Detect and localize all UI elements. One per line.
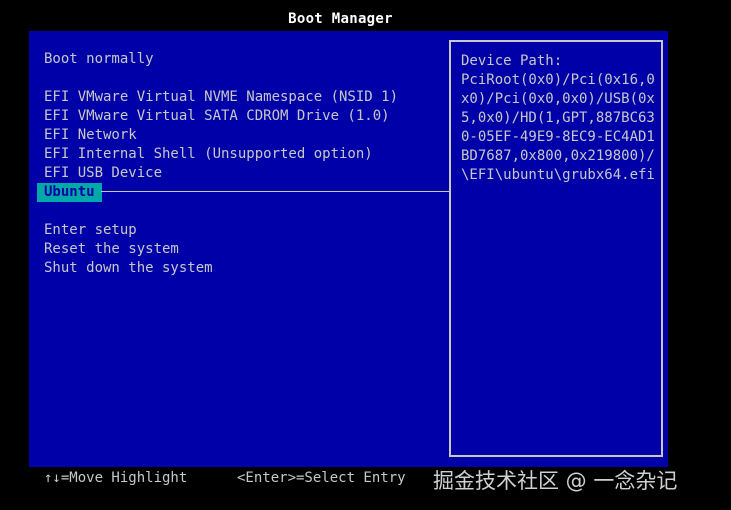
device-path-label: Device Path: [461, 53, 563, 69]
menu-item-sata-cdrom[interactable]: EFI VMware Virtual SATA CDROM Drive (1.0… [44, 107, 390, 126]
boot-menu-panel: Boot normally EFI VMware Virtual NVME Na… [29, 31, 668, 467]
menu-item-efi-network[interactable]: EFI Network [44, 126, 137, 145]
footer-move-hint: ↑↓=Move Highlight [44, 470, 188, 486]
selection-underline [101, 191, 449, 192]
menu-item-boot-normally[interactable]: Boot normally [44, 50, 154, 69]
menu-item-enter-setup[interactable]: Enter setup [44, 221, 137, 240]
footer-select-hint: <Enter>=Select Entry [237, 470, 406, 486]
menu-item-shut-down[interactable]: Shut down the system [44, 259, 213, 278]
menu-item-internal-shell[interactable]: EFI Internal Shell (Unsupported option) [44, 145, 373, 164]
menu-item-ubuntu[interactable]: Ubuntu [37, 183, 102, 202]
menu-item-nvme[interactable]: EFI VMware Virtual NVME Namespace (NSID … [44, 88, 398, 107]
menu-item-usb-device[interactable]: EFI USB Device [44, 164, 162, 183]
device-path-value: PciRoot(0x0)/Pci(0x16,0x0)/Pci(0x0,0x0)/… [461, 72, 655, 183]
boot-manager-title: Boot Manager [288, 11, 393, 27]
watermark: 掘金技术社区 @ 一念杂记 [433, 469, 678, 493]
device-path-info-box: Device Path: PciRoot(0x0)/Pci(0x16,0x0)/… [449, 40, 663, 457]
menu-item-reset-system[interactable]: Reset the system [44, 240, 179, 259]
